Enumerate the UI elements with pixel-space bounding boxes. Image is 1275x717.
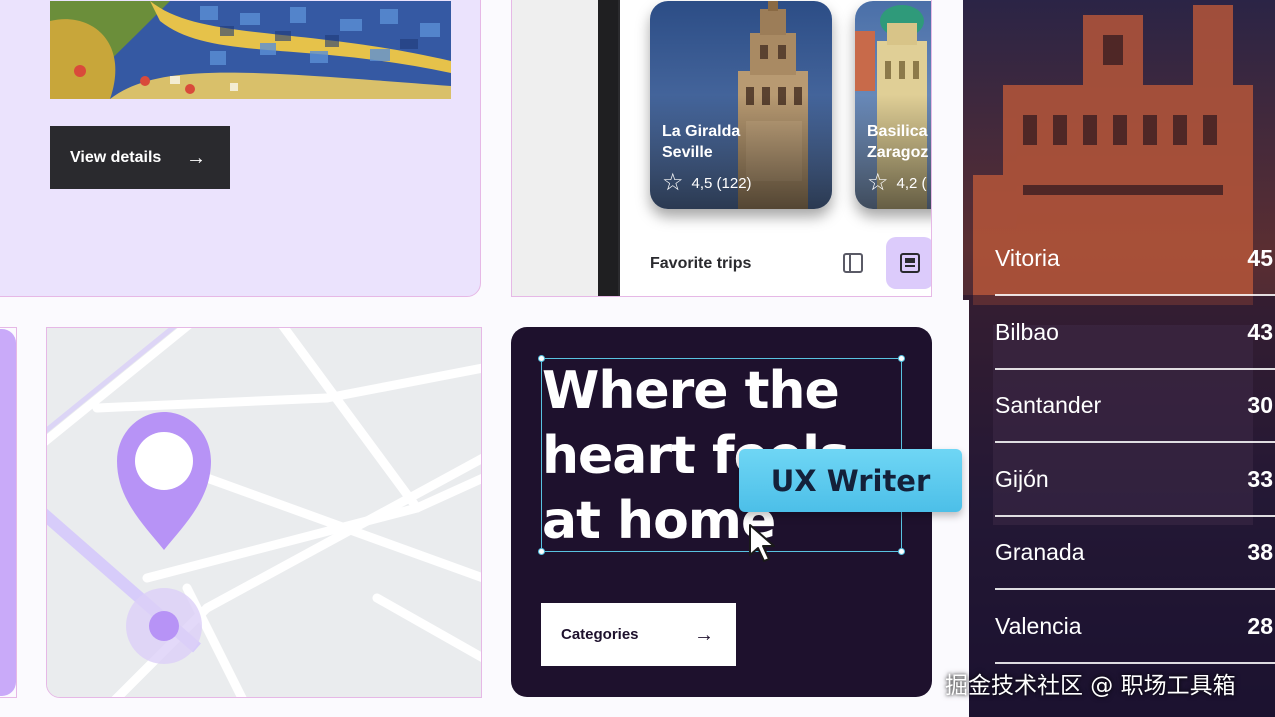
mosaic-image: [50, 1, 451, 99]
stripe-frame: [0, 327, 17, 698]
resize-handle[interactable]: [898, 355, 905, 362]
view-details-label: View details: [70, 148, 162, 166]
resize-handle[interactable]: [538, 548, 545, 555]
trip-title: Basilica: [867, 123, 928, 140]
panel-divider: [963, 300, 969, 717]
cursor-arrow-icon: [749, 524, 775, 562]
arrow-right-icon: →: [694, 623, 714, 646]
phone-bezel: [598, 0, 620, 296]
favorite-trips-label: Favorite trips: [650, 255, 752, 272]
city-name: Bilbao: [995, 318, 1059, 345]
city-row[interactable]: Gijón 33: [995, 443, 1275, 517]
resize-handle[interactable]: [898, 548, 905, 555]
city-value: 38: [1247, 538, 1273, 565]
map-card[interactable]: [46, 327, 482, 698]
city-value: 30: [1247, 391, 1273, 418]
trip-rating: ☆ 4,2 (: [867, 171, 927, 195]
trip-card[interactable]: La Giralda Seville ☆ 4,5 (122): [650, 1, 832, 209]
city-name: Valencia: [995, 612, 1082, 639]
city-row[interactable]: Bilbao 43: [995, 296, 1275, 370]
trip-name: La Giralda Seville: [662, 121, 822, 163]
categories-label: Categories: [561, 626, 639, 643]
list-view-icon[interactable]: [842, 252, 864, 274]
trip-title: La Giralda: [662, 123, 741, 140]
trip-city: Zaragoz: [867, 144, 929, 161]
star-outline-icon: ☆: [867, 169, 889, 196]
city-row[interactable]: Santander 30: [995, 369, 1275, 443]
map-illustration: [47, 328, 481, 697]
trip-card[interactable]: Basilica Zaragoz ☆ 4,2 (: [855, 1, 931, 209]
city-name: Santander: [995, 391, 1102, 418]
city-name: Vitoria: [995, 244, 1060, 271]
card-view-toggle[interactable]: [886, 237, 931, 289]
resize-handle[interactable]: [538, 355, 545, 362]
city-list-panel: Vitoria 45 Bilbao 43 Santander 30 Gijón …: [963, 0, 1275, 717]
card-view-icon: [900, 253, 920, 273]
city-value: 33: [1247, 465, 1273, 492]
trip-name: Basilica Zaragoz: [867, 121, 931, 163]
city-value: 43: [1247, 318, 1273, 345]
rating-value: 4,2 (: [896, 174, 927, 192]
categories-button[interactable]: Categories →: [541, 603, 736, 666]
city-name: Gijón: [995, 465, 1049, 492]
mosaic-card: View details →: [0, 0, 481, 297]
hero-card: Where the heart feels at home UX Writer …: [511, 327, 962, 697]
city-value: 28: [1247, 612, 1273, 639]
design-canvas: View details → La Giralda Seville ☆ 4,5 …: [0, 0, 1275, 717]
city-name: Granada: [995, 538, 1085, 565]
city-row[interactable]: Vitoria 45: [995, 222, 1275, 296]
watermark: 掘金技术社区 @ 职场工具箱: [945, 673, 1236, 699]
trip-city: Seville: [662, 144, 713, 161]
star-outline-icon: ☆: [662, 169, 684, 196]
collaborator-tag: UX Writer: [739, 449, 962, 512]
city-row[interactable]: Granada 38: [995, 516, 1275, 590]
trip-rating: ☆ 4,5 (122): [662, 171, 752, 195]
view-details-button[interactable]: View details →: [50, 126, 230, 189]
rating-value: 4,5 (122): [691, 174, 752, 192]
city-value: 45: [1247, 244, 1273, 271]
city-row[interactable]: Valencia 28: [995, 590, 1275, 664]
arrow-right-icon: →: [186, 146, 206, 169]
phone-mockup-card: La Giralda Seville ☆ 4,5 (122) Basilica …: [511, 0, 932, 297]
